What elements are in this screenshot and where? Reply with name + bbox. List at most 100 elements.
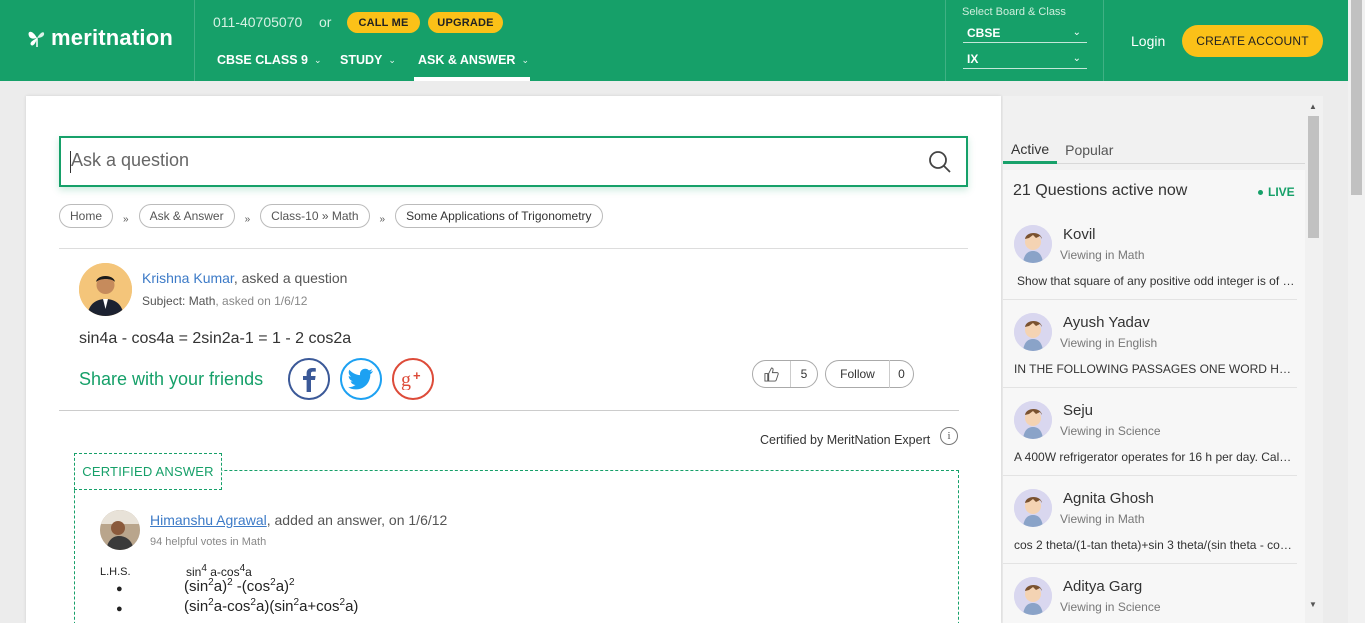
breadcrumb-home[interactable]: Home: [59, 204, 114, 228]
live-questions-sidebar: Active Popular 21 Questions active now L…: [1003, 96, 1323, 623]
feed-viewing: Viewing in Math: [1060, 248, 1145, 262]
top-header: meritnation 011-40705070 or CALL ME UPGR…: [0, 0, 1365, 81]
call-me-button[interactable]: CALL ME: [347, 12, 420, 33]
ask-question-box[interactable]: [59, 136, 968, 187]
double-chevron-icon: »: [123, 213, 129, 225]
feed-user-name: Ayush Yadav: [1063, 314, 1150, 331]
equation-line-3: (sin2a-cos2a)(sin2a+cos2a): [184, 597, 359, 615]
create-account-button[interactable]: CREATE ACCOUNT: [1182, 25, 1323, 57]
tab-popular[interactable]: Popular: [1057, 136, 1121, 164]
lhs-label: L.H.S.: [100, 566, 131, 578]
double-chevron-icon: »: [379, 213, 386, 225]
live-dot-icon: [1258, 189, 1263, 195]
answerer-line: Himanshu Agrawal, added an answer, on 1/…: [150, 512, 447, 528]
active-questions-count: 21 Questions active now: [1013, 182, 1188, 199]
feed-question: A 400W refrigerator operates for 16 h pe…: [1014, 450, 1294, 464]
thumbs-up-icon: [753, 361, 791, 387]
scrollbar-thumb[interactable]: [1308, 116, 1319, 238]
login-link[interactable]: Login: [1131, 33, 1165, 49]
chevron-down-icon: ⌄: [521, 54, 530, 65]
list-item[interactable]: Seju Viewing in Science A 400W refrigera…: [1003, 388, 1297, 476]
breadcrumb-ask-answer[interactable]: Ask & Answer: [138, 204, 235, 228]
tab-active[interactable]: Active: [1003, 136, 1058, 164]
class-value: IX: [967, 51, 979, 66]
chevron-down-icon: ⌄: [314, 54, 322, 65]
list-item[interactable]: Aditya Garg Viewing in Science: [1003, 564, 1297, 623]
asked-date: , asked on 1/6/12: [215, 294, 308, 308]
list-item[interactable]: Kovil Viewing in Math Show that square o…: [1003, 212, 1297, 300]
share-label: Share with your friends: [79, 369, 264, 389]
feed-user-name: Agnita Ghosh: [1063, 490, 1154, 507]
board-value: CBSE: [967, 25, 1001, 40]
feed-viewing: Viewing in Math: [1060, 512, 1145, 526]
feed-user-name: Kovil: [1063, 226, 1096, 243]
like-button[interactable]: 5: [752, 360, 818, 388]
feed-question: Show that square of any positive odd int…: [1017, 274, 1297, 288]
bullet-icon: ●: [116, 583, 123, 595]
svg-text:g: g: [401, 369, 411, 390]
active-nav-indicator: [414, 77, 530, 81]
like-count: 5: [800, 367, 808, 381]
asker-avatar[interactable]: [79, 263, 132, 316]
live-label: LIVE: [1268, 185, 1295, 199]
twitter-share-button[interactable]: [340, 358, 382, 400]
class-select[interactable]: IX ⌄: [963, 49, 1087, 69]
feed-viewing: Viewing in English: [1060, 336, 1158, 350]
certified-answer-tag: CERTIFIED ANSWER: [74, 453, 222, 490]
page-scrollbar-thumb[interactable]: [1351, 0, 1362, 195]
breadcrumb-class-math[interactable]: Class-10 » Math: [260, 204, 370, 228]
nav-cbse-class-9[interactable]: CBSE CLASS 9 ⌄: [217, 52, 322, 68]
follow-label: Follow: [826, 360, 890, 388]
nav-label: STUDY: [340, 53, 383, 67]
list-item[interactable]: Ayush Yadav Viewing in English IN THE FO…: [1003, 300, 1297, 388]
asker-line: Krishna Kumar, asked a question: [142, 270, 347, 286]
nav-label: ASK & ANSWER: [418, 53, 516, 67]
or-text: or: [319, 14, 332, 30]
answerer-avatar[interactable]: [100, 510, 140, 550]
feed-user-name: Aditya Garg: [1063, 578, 1143, 595]
list-item[interactable]: Agnita Ghosh Viewing in Math cos 2 theta…: [1003, 476, 1297, 564]
certified-by-text: Certified by MeritNation Expert: [760, 433, 931, 447]
divider: [59, 410, 959, 411]
google-plus-icon: g +: [401, 368, 421, 390]
follow-count: 0: [898, 367, 905, 381]
page-scrollbar[interactable]: [1348, 0, 1365, 623]
feed-viewing: Viewing in Science: [1060, 424, 1161, 438]
person-photo-icon: [79, 263, 132, 316]
live-badge: LIVE: [1258, 185, 1295, 199]
board-select-label: Select Board & Class: [962, 6, 1066, 18]
meritnation-logo[interactable]: meritnation: [26, 25, 173, 51]
feed-question: IN THE FOLLOWING PASSAGES ONE WORD HAS B…: [1014, 362, 1294, 376]
nav-label: CBSE CLASS 9: [217, 53, 308, 67]
google-plus-share-button[interactable]: g +: [392, 358, 434, 400]
upgrade-button[interactable]: UPGRADE: [428, 12, 503, 33]
sidebar-scrollbar[interactable]: ▲ ▼: [1305, 96, 1323, 623]
svg-text:+: +: [413, 368, 421, 383]
facebook-icon: [303, 368, 316, 392]
double-chevron-icon: »: [244, 213, 251, 225]
cartoon-avatar-icon: [1014, 401, 1052, 439]
question-text: sin4a - cos4a = 2sin2a-1 = 1 - 2 cos2a: [79, 330, 352, 347]
equation-line-2: (sin2a)2 -(cos2a)2: [184, 577, 295, 595]
person-photo-icon: [100, 510, 140, 550]
breadcrumb-current[interactable]: Some Applications of Trigonometry: [395, 204, 603, 228]
asker-action: , asked a question: [233, 270, 348, 286]
answerer-name-link[interactable]: Himanshu Agrawal: [150, 512, 267, 528]
scroll-up-arrow-icon[interactable]: ▲: [1309, 102, 1317, 111]
chevron-down-icon: ⌄: [388, 54, 396, 65]
bullet-icon: ●: [116, 603, 123, 615]
asker-name-link[interactable]: Krishna Kumar: [142, 270, 234, 286]
scroll-down-arrow-icon[interactable]: ▼: [1309, 600, 1317, 609]
info-icon[interactable]: i: [940, 427, 958, 445]
header-divider: [945, 0, 946, 81]
ask-question-input[interactable]: [71, 150, 911, 171]
header-divider: [1103, 0, 1104, 81]
search-icon[interactable]: [928, 150, 952, 174]
nav-ask-and-answer[interactable]: ASK & ANSWER ⌄: [418, 52, 529, 68]
butterfly-icon: [28, 31, 45, 47]
facebook-share-button[interactable]: [288, 358, 330, 400]
board-select[interactable]: CBSE ⌄: [963, 23, 1087, 43]
nav-study[interactable]: STUDY ⌄: [340, 52, 396, 68]
follow-button[interactable]: Follow 0: [825, 360, 914, 388]
feed-viewing: Viewing in Science: [1060, 600, 1161, 614]
